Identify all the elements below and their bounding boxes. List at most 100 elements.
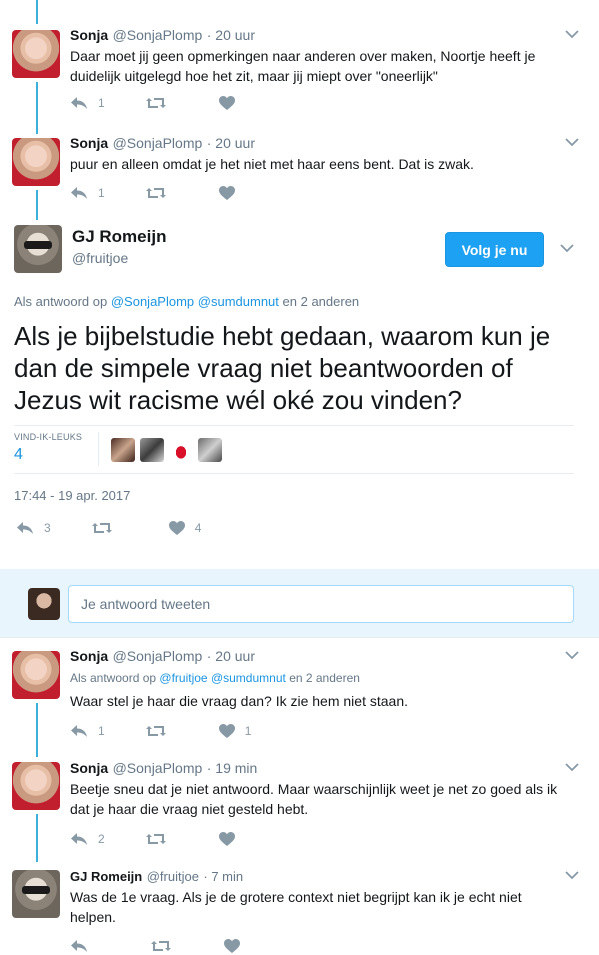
mention-link[interactable]: @sumdumnut [211, 671, 286, 685]
reply-prefix: Als antwoord op [14, 294, 108, 309]
retweet-button[interactable] [150, 939, 172, 953]
reply-button[interactable]: 1 [70, 96, 105, 110]
tweet-time[interactable]: · 20 uur [207, 135, 255, 151]
chevron-down-icon[interactable] [564, 650, 580, 660]
user-handle[interactable]: @SonjaPlomp [113, 27, 203, 43]
like-button[interactable] [218, 832, 235, 846]
tweet-actions [70, 939, 240, 953]
tweet-actions: 3 4 [16, 521, 201, 535]
like-button[interactable]: 1 [218, 724, 252, 738]
reply-count: 1 [98, 96, 105, 110]
avatar[interactable] [12, 870, 60, 918]
reply-context: Als antwoord op @SonjaPlomp @sumdumnut e… [14, 294, 359, 309]
retweet-icon [151, 941, 171, 951]
retweet-button[interactable] [145, 186, 167, 200]
like-button[interactable]: 4 [168, 521, 201, 535]
tweet-actions: 1 1 [70, 724, 251, 738]
avatar[interactable] [12, 762, 60, 810]
tweet-timestamp[interactable]: 17:44 - 19 apr. 2017 [14, 488, 130, 503]
reply-icon [71, 725, 87, 737]
chevron-down-icon[interactable] [564, 870, 580, 880]
retweet-button[interactable] [145, 724, 167, 738]
reply-count: 1 [98, 724, 105, 738]
likes-stat[interactable]: VIND-IK-LEUKS 4 [14, 432, 82, 464]
like-button[interactable] [218, 186, 235, 200]
tweet-time[interactable]: · 19 min [207, 760, 258, 776]
reply-button[interactable] [70, 939, 88, 953]
retweet-icon [145, 188, 166, 198]
retweet-button[interactable] [145, 96, 167, 110]
likes-label: VIND-IK-LEUKS [14, 432, 83, 442]
like-button[interactable] [218, 96, 235, 110]
reply-suffix[interactable]: en 2 anderen [289, 671, 360, 685]
reply-icon [71, 940, 87, 952]
user-handle[interactable]: @fruitjoe [72, 250, 128, 266]
tweet-actions: 1 [70, 186, 235, 200]
retweet-icon [145, 834, 166, 844]
reply-button[interactable]: 3 [16, 521, 51, 535]
liker-avatar[interactable] [111, 438, 135, 462]
user-name[interactable]: GJ Romeijn [70, 869, 142, 884]
tweet-text: Waar stel je haar die vraag dan? Ik zie … [70, 693, 408, 709]
tweet-actions: 2 [70, 832, 235, 846]
avatar[interactable] [14, 225, 62, 273]
tweet-text: Als je bijbelstudie hebt gedaan, waarom … [14, 321, 551, 415]
retweet-button[interactable] [91, 521, 113, 535]
tweet-time[interactable]: · 20 uur [207, 648, 255, 664]
like-count: 1 [244, 724, 252, 738]
user-name[interactable]: Sonja [70, 648, 108, 664]
chevron-down-icon[interactable] [559, 243, 575, 253]
tweet-text: puur en alleen omdat je het niet met haa… [70, 156, 474, 172]
reply-suffix[interactable]: en 2 anderen [283, 294, 360, 309]
thread-line [36, 0, 38, 24]
heart-icon [218, 832, 235, 846]
heart-icon [218, 186, 235, 200]
reply-context: Als antwoord op @fruitjoe @sumdumnut en … [70, 671, 360, 685]
thread-line [36, 703, 38, 757]
likes-count: 4 [14, 446, 23, 463]
reply-icon [71, 833, 87, 845]
tweet-time[interactable]: · 20 uur [207, 27, 255, 43]
divider [14, 473, 574, 474]
reply-icon [17, 522, 33, 534]
reply-button[interactable]: 2 [70, 832, 105, 846]
avatar[interactable] [12, 30, 60, 78]
liker-avatar[interactable] [140, 438, 164, 462]
reply-button[interactable]: 1 [70, 186, 105, 200]
heart-icon [218, 724, 235, 738]
reply-count: 3 [44, 521, 51, 535]
heart-icon [224, 939, 240, 953]
reply-input[interactable]: Je antwoord tweeten [68, 585, 574, 623]
reply-count: 1 [98, 186, 105, 200]
mention-link[interactable]: @fruitjoe [159, 671, 207, 685]
retweet-button[interactable] [145, 832, 167, 846]
liker-avatar[interactable] [169, 438, 193, 462]
mention-link[interactable]: @SonjaPlomp [111, 294, 194, 309]
user-handle[interactable]: @SonjaPlomp [113, 135, 203, 151]
user-handle[interactable]: @SonjaPlomp [113, 648, 203, 664]
user-handle[interactable]: @SonjaPlomp [113, 760, 203, 776]
tweet-time[interactable]: · 7 min [203, 869, 243, 884]
tweet-text: Beetje sneu dat je niet antwoord. Maar w… [70, 781, 558, 817]
chevron-down-icon[interactable] [564, 762, 580, 772]
thread-line [36, 814, 38, 862]
avatar[interactable] [12, 138, 60, 186]
user-name[interactable]: Sonja [70, 27, 108, 43]
mention-link[interactable]: @sumdumnut [198, 294, 279, 309]
chevron-down-icon[interactable] [564, 29, 580, 39]
like-button[interactable] [224, 939, 240, 953]
user-name[interactable]: GJ Romeijn [72, 227, 166, 247]
chevron-down-icon[interactable] [564, 137, 580, 147]
follow-button[interactable]: Volg je nu [445, 232, 544, 267]
tweet-actions: 1 [70, 96, 235, 110]
divider [98, 432, 99, 466]
user-handle[interactable]: @fruitjoe [147, 869, 199, 884]
reply-icon [71, 187, 87, 199]
heart-icon [168, 521, 185, 535]
user-name[interactable]: Sonja [70, 760, 108, 776]
reply-button[interactable]: 1 [70, 724, 105, 738]
liker-avatar[interactable] [198, 438, 222, 462]
avatar [28, 588, 60, 620]
user-name[interactable]: Sonja [70, 135, 108, 151]
avatar[interactable] [12, 651, 60, 699]
